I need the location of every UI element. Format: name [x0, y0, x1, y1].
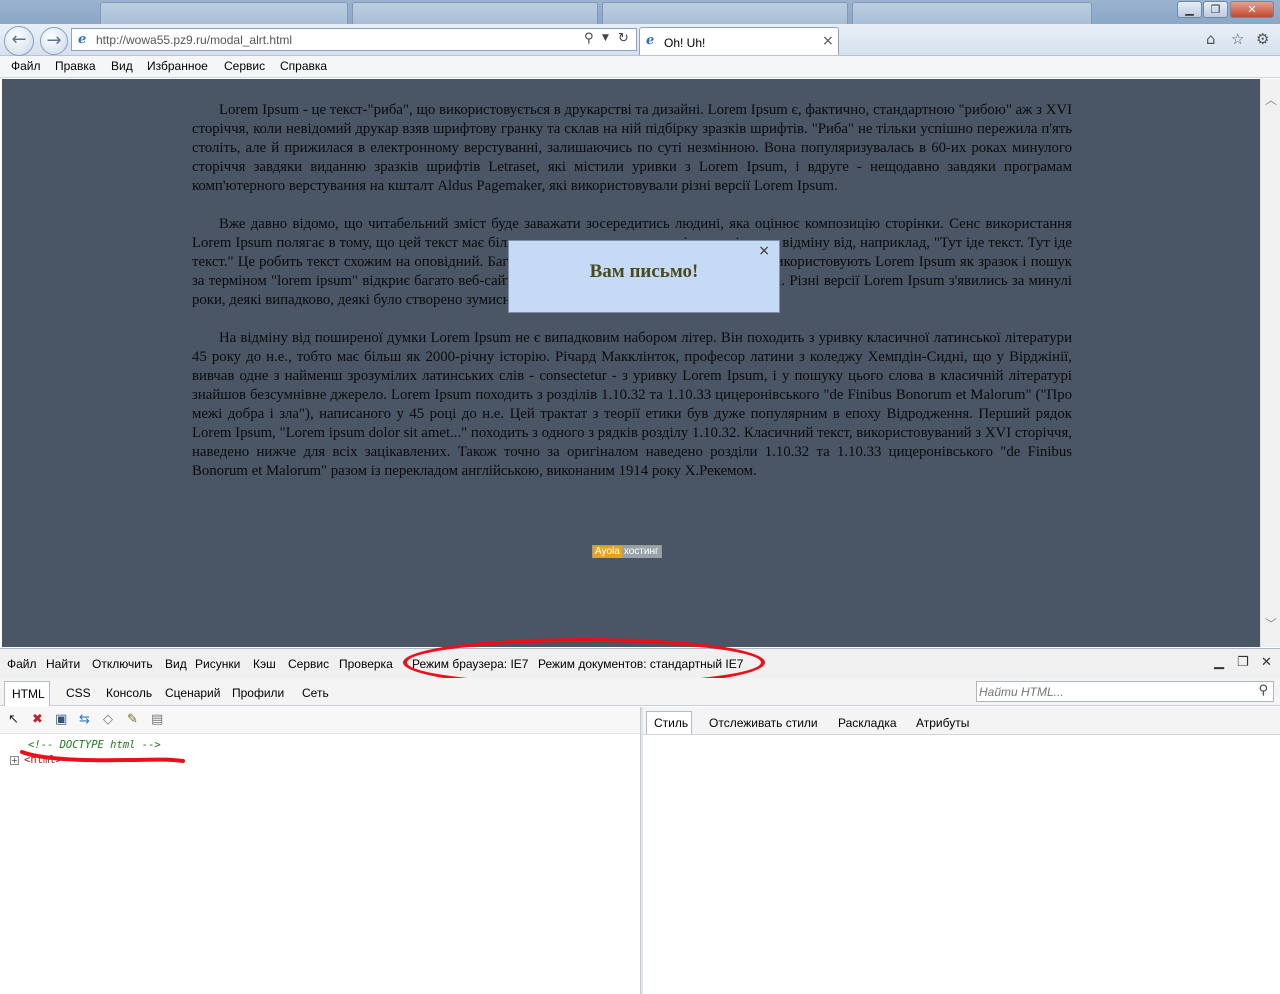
tab-css[interactable]: CSS: [66, 686, 91, 700]
gear-icon[interactable]: ⚙: [1256, 30, 1269, 48]
devtools-menu-file[interactable]: Файл: [7, 657, 37, 671]
html-toolbar: ↖ ✖ ▣ ⇆ ◇ ✎ ▤: [0, 707, 640, 733]
refresh-icon[interactable]: ↻: [618, 31, 629, 46]
devtools-menu-images[interactable]: Рисунки: [195, 657, 240, 671]
devtools-minimize-icon[interactable]: ▁: [1214, 655, 1224, 670]
address-bar[interactable]: ℯ http://wowa55.pz9.ru/modal_alrt.html ⚲…: [71, 28, 637, 51]
devtools-menu-cache[interactable]: Кэш: [253, 657, 276, 671]
tab-console[interactable]: Консоль: [106, 686, 152, 700]
menu-favorites[interactable]: Избранное: [147, 59, 208, 73]
tab-script[interactable]: Сценарий: [165, 686, 220, 700]
devtools-tab-bar: HTML CSS Консоль Сценарий Профили Сеть ⚲: [0, 678, 1280, 706]
hosting-badge[interactable]: Ayola хостинг: [592, 545, 662, 558]
expand-icon[interactable]: +: [10, 756, 19, 765]
tab-attributes[interactable]: Атрибуты: [916, 716, 969, 730]
menu-view[interactable]: Вид: [111, 59, 133, 73]
tab-layout[interactable]: Раскладка: [838, 716, 897, 730]
menu-edit[interactable]: Правка: [55, 59, 96, 73]
save-icon[interactable]: ▣: [55, 712, 67, 727]
tab-style-label: Стиль: [654, 716, 689, 730]
html-search-box[interactable]: ⚲: [976, 681, 1274, 702]
hosting-badge-brand: Ayola: [593, 546, 622, 558]
edit-icon[interactable]: ✎: [127, 712, 138, 727]
tab-favicon-icon: ℯ: [646, 33, 655, 48]
modal-title: Вам письмо!: [589, 261, 699, 282]
tab-trace-styles[interactable]: Отслеживать стили: [709, 716, 818, 730]
developer-tools-panel: Файл Найти Отключить Вид Рисунки Кэш Сер…: [0, 638, 1280, 994]
modal-dialog: × Вам письмо!: [508, 240, 780, 313]
background-tab[interactable]: [100, 2, 348, 26]
devtools-menu-bar: Файл Найти Отключить Вид Рисунки Кэш Сер…: [0, 638, 1280, 687]
devtools-menu-find[interactable]: Найти: [46, 657, 80, 671]
minimize-button[interactable]: ▁: [1177, 1, 1202, 18]
tab-html-label: HTML: [12, 687, 45, 701]
search-icon[interactable]: ⚲: [1258, 683, 1268, 698]
favorites-star-icon[interactable]: ☆: [1231, 30, 1244, 48]
vertical-scrollbar[interactable]: ︿ ﹀: [1260, 79, 1280, 647]
back-arrow-icon: ←: [11, 29, 27, 50]
close-tab-icon[interactable]: ×: [822, 33, 834, 49]
active-tab-title: Oh! Uh!: [664, 36, 706, 50]
background-tab[interactable]: [602, 2, 848, 26]
paragraph: Lorem Ipsum - це текст-"риба", що викори…: [192, 102, 1072, 194]
select-element-icon[interactable]: ↖: [8, 712, 19, 727]
html-search-input[interactable]: [979, 683, 1249, 700]
devtools-menu-view[interactable]: Вид: [165, 657, 187, 671]
tab-network[interactable]: Сеть: [302, 686, 329, 700]
devtools-menu-validate[interactable]: Проверка: [339, 657, 393, 671]
forward-arrow-icon: →: [46, 30, 62, 51]
tab-html[interactable]: HTML: [4, 681, 50, 706]
refresh-icon[interactable]: ⇆: [79, 712, 90, 727]
dropdown-icon[interactable]: ▼: [602, 33, 609, 43]
clear-highlight-icon[interactable]: ✖: [32, 712, 43, 727]
hosting-badge-label: хостинг: [621, 546, 661, 558]
window-titlebar: ▁ ❐ ✕: [0, 0, 1280, 26]
paragraph: На відміну від поширеної думки Lorem Ips…: [192, 330, 1072, 479]
devtools-close-icon[interactable]: ✕: [1261, 655, 1272, 670]
word-wrap-icon[interactable]: ▤: [151, 712, 163, 727]
modal-close-icon[interactable]: ×: [758, 243, 770, 259]
annotation-red-underline: [20, 750, 185, 763]
address-url[interactable]: http://wowa55.pz9.ru/modal_alrt.html: [96, 33, 292, 47]
ie-page-icon: ℯ: [78, 32, 87, 47]
navigation-bar: ← → ℯ http://wowa55.pz9.ru/modal_alrt.ht…: [0, 24, 1280, 56]
dom-tree-pane: <!-- DOCTYPE html --> + <html>: [0, 733, 640, 994]
tab-profiler[interactable]: Профили: [232, 686, 284, 700]
devtools-menu-tools[interactable]: Сервис: [288, 657, 329, 671]
forward-button[interactable]: →: [40, 27, 68, 55]
search-icon[interactable]: ⚲: [584, 31, 594, 46]
menu-bar: Файл Правка Вид Избранное Сервис Справка: [0, 56, 1280, 78]
menu-file[interactable]: Файл: [11, 59, 41, 73]
page-viewport: Lorem Ipsum - це текст-"риба", що викори…: [2, 79, 1260, 647]
menu-help[interactable]: Справка: [280, 59, 327, 73]
element-source-icon[interactable]: ◇: [103, 712, 113, 727]
scroll-up-icon[interactable]: ︿: [1265, 91, 1277, 108]
close-window-button[interactable]: ✕: [1230, 1, 1274, 18]
menu-tools[interactable]: Сервис: [224, 59, 265, 73]
home-icon[interactable]: ⌂: [1206, 30, 1216, 48]
back-button[interactable]: ←: [4, 26, 34, 56]
devtools-unpin-icon[interactable]: ❐: [1237, 655, 1249, 670]
pane-splitter[interactable]: [640, 707, 643, 994]
background-tab[interactable]: [352, 2, 598, 26]
background-tab[interactable]: [852, 2, 1092, 26]
active-tab[interactable]: ℯ Oh! Uh! ×: [639, 27, 839, 55]
tab-style[interactable]: Стиль: [646, 711, 692, 734]
devtools-menu-disable[interactable]: Отключить: [92, 657, 153, 671]
maximize-button[interactable]: ❐: [1203, 1, 1228, 18]
style-pane-tabs: Стиль Отслеживать стили Раскладка Атрибу…: [643, 707, 1280, 735]
scroll-down-icon[interactable]: ﹀: [1265, 615, 1277, 632]
